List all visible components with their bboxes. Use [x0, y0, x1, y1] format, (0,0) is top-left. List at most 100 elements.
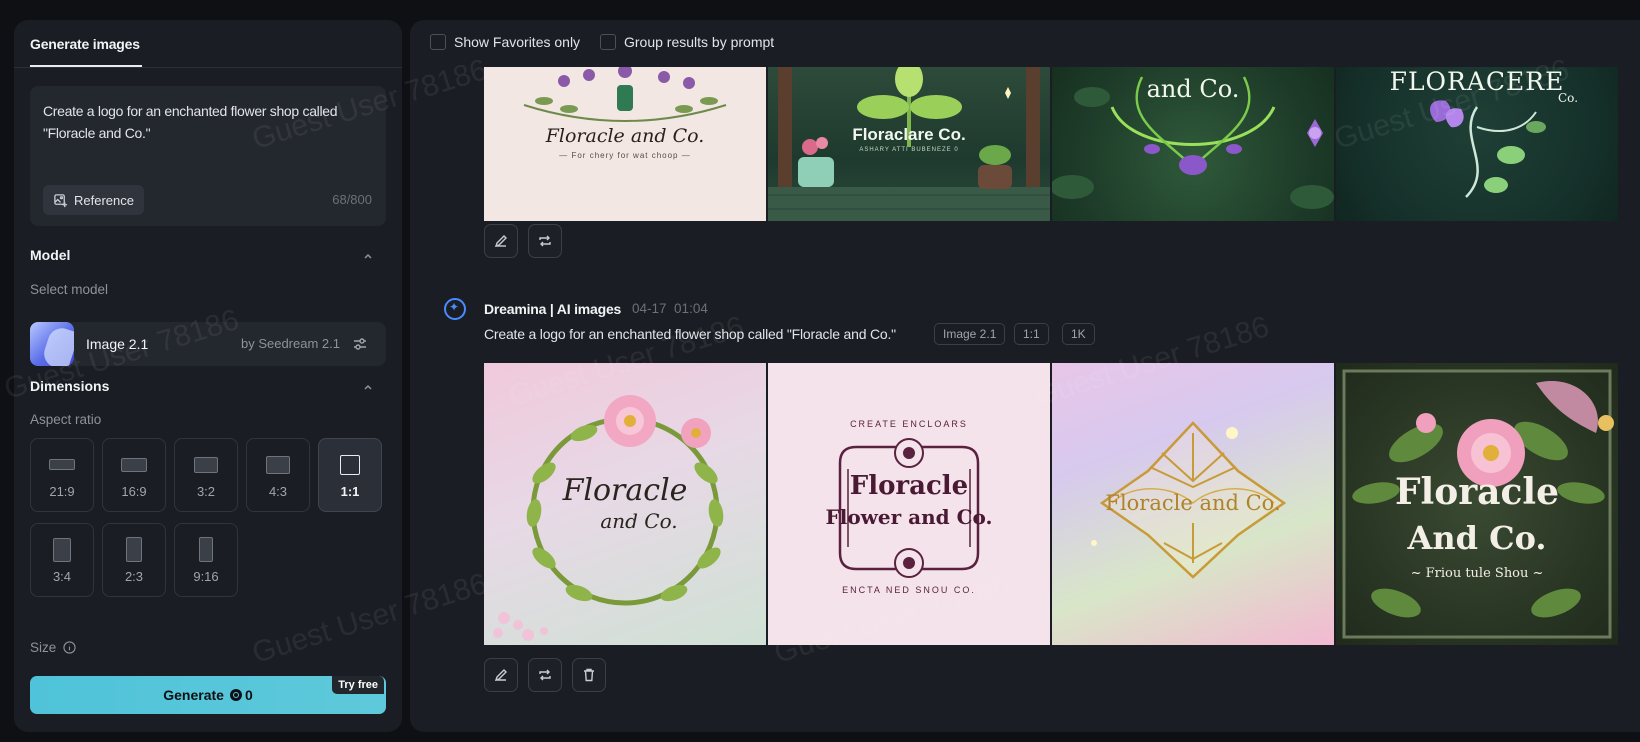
panel-tabs: Generate images: [14, 20, 402, 68]
regenerate-button[interactable]: [528, 658, 562, 692]
try-free-badge: Try free: [332, 676, 384, 694]
result-image[interactable]: and Co.: [1052, 67, 1334, 221]
group-filter[interactable]: Group results by prompt: [600, 34, 774, 50]
ratio-label: 16:9: [121, 484, 147, 499]
regenerate-button[interactable]: [528, 224, 562, 258]
edit-button[interactable]: [484, 658, 518, 692]
ratio-3-4-shape: [53, 538, 71, 562]
pencil-icon: [494, 235, 507, 248]
image-subtitle: And Co.: [1407, 519, 1547, 557]
generate-credits: 0: [244, 687, 253, 703]
aspect-ratio-label: Aspect ratio: [30, 412, 102, 427]
prompt-input[interactable]: Create a logo for an enchanted flower sh…: [43, 100, 363, 144]
ratio-label: 4:3: [268, 484, 288, 499]
dimensions-section-title: Dimensions: [30, 378, 110, 394]
chevron-up-icon[interactable]: [362, 250, 374, 262]
tab-underline: [30, 65, 142, 67]
ratio-2-3-button[interactable]: 2:3: [102, 523, 166, 597]
author-name[interactable]: Dreamina | AI images: [484, 301, 621, 317]
result-image[interactable]: Floracle and Co.: [484, 363, 766, 645]
ratio-label: 3:2: [196, 484, 216, 499]
repeat-icon: [539, 669, 551, 681]
ratio-3-2-button[interactable]: 3:2: [174, 438, 238, 512]
result-image[interactable]: Floracle and Co.: [1052, 363, 1334, 645]
image-subtitle: and Co.: [600, 509, 678, 533]
model-selector[interactable]: Image 2.1 by Seedream 2.1: [30, 322, 386, 366]
image-title: Floracle and Co.: [545, 125, 705, 147]
repeat-icon: [539, 235, 551, 247]
ratio-16-9-shape: [121, 458, 147, 472]
sliders-icon[interactable]: [352, 336, 368, 352]
generate-text: Generate: [163, 687, 224, 703]
edit-button[interactable]: [484, 224, 518, 258]
image-subtitle: Flower and Co.: [825, 505, 993, 529]
ratio-4-3-shape: [266, 456, 290, 474]
image-tagline: ~ Friou tule Shou ~: [1410, 566, 1544, 581]
generate-button[interactable]: Generate 0 Try free: [30, 676, 386, 714]
result-image[interactable]: FLORACERE Co.: [1336, 67, 1618, 221]
pencil-icon: [494, 669, 507, 682]
reference-label: Reference: [74, 192, 134, 208]
resolution-tag: 1K: [1062, 323, 1095, 345]
favorites-filter[interactable]: Show Favorites only: [430, 34, 580, 50]
image-title: Floraclare Co.: [852, 125, 966, 144]
prompt-box[interactable]: Create a logo for an enchanted flower sh…: [30, 86, 386, 226]
image-title: and Co.: [1146, 75, 1240, 103]
result-image[interactable]: Floraclare Co. ASHARY ATTI BUBENEZE 0: [768, 67, 1050, 221]
credit-icon: [229, 689, 242, 701]
image-subtitle: — For chery for wat choop —: [559, 151, 691, 160]
image-title: Floracle: [849, 471, 969, 501]
model-section-title: Model: [30, 247, 71, 263]
info-icon[interactable]: [63, 641, 76, 654]
model-tag: Image 2.1: [934, 323, 1006, 345]
ratio-label: 2:3: [124, 569, 144, 584]
select-model-label: Select model: [30, 282, 109, 297]
image-title: Floracle: [1394, 471, 1560, 513]
tab-generate-images[interactable]: Generate images: [30, 36, 140, 52]
results-panel: Show Favorites only Group results by pro…: [410, 20, 1640, 732]
date: 04-17: [632, 301, 667, 316]
ratio-4-3-button[interactable]: 4:3: [246, 438, 310, 512]
image-title: Floracle: [562, 473, 688, 508]
group-label: Group results by prompt: [624, 34, 775, 50]
generate-panel: Generate images Create a logo for an enc…: [14, 20, 402, 732]
favorites-checkbox[interactable]: [430, 34, 446, 50]
reference-button[interactable]: Reference: [43, 185, 144, 215]
ratio-9-16-shape: [199, 537, 213, 562]
ratio-9-16-button[interactable]: 9:16: [174, 523, 238, 597]
result-image[interactable]: CREATE ENCLOARS Floracle Flower and Co. …: [768, 363, 1050, 645]
image-subtitle: ASHARY ATTI BUBENEZE 0: [859, 147, 959, 153]
ratio-1-1-button[interactable]: 1:1: [318, 438, 382, 512]
ratio-2-3-shape: [126, 537, 142, 562]
favorites-label: Show Favorites only: [454, 34, 581, 50]
char-count: 68/800: [332, 192, 372, 207]
dreamina-logo: [444, 298, 466, 320]
ratio-tag: 1:1: [1014, 323, 1049, 345]
size-label: Size: [30, 640, 57, 655]
ratio-label: 1:1: [340, 484, 360, 499]
ratio-21-9-shape: [49, 459, 75, 470]
ratio-label: 21:9: [49, 484, 75, 499]
delete-button[interactable]: [572, 658, 606, 692]
image-grid-latest: Floracle and Co. CREATE ENCLOARS Floracl…: [484, 363, 1618, 645]
ratio-21-9-button[interactable]: 21:9: [30, 438, 94, 512]
ratio-3-4-button[interactable]: 3:4: [30, 523, 94, 597]
group-checkbox[interactable]: [600, 34, 616, 50]
model-provider: by Seedream 2.1: [240, 336, 340, 351]
emblem-arc-top: CREATE ENCLOARS: [850, 419, 968, 429]
emblem-frame-illustration: [838, 438, 980, 578]
image-grid-previous: Floracle and Co. — For chery for wat cho…: [484, 67, 1618, 221]
result-image[interactable]: Floracle and Co. — For chery for wat cho…: [484, 67, 766, 221]
ratio-3-2-shape: [194, 457, 218, 473]
image-title: Floracle and Co.: [1105, 491, 1281, 515]
image-subtitle: Co.: [1558, 91, 1579, 105]
result-image[interactable]: Floracle And Co. ~ Friou tule Shou ~: [1336, 363, 1618, 645]
chevron-up-icon[interactable]: [362, 381, 374, 393]
model-name: Image 2.1: [86, 336, 149, 352]
ratio-16-9-button[interactable]: 16:9: [102, 438, 166, 512]
generation-prompt[interactable]: Create a logo for an enchanted flower sh…: [484, 326, 896, 342]
emblem-arc-bottom: ENCTA NED SNOU CO.: [842, 585, 976, 595]
ratio-label: 3:4: [52, 569, 72, 584]
ratio-1-1-shape: [340, 455, 360, 475]
model-thumbnail: [30, 322, 74, 366]
